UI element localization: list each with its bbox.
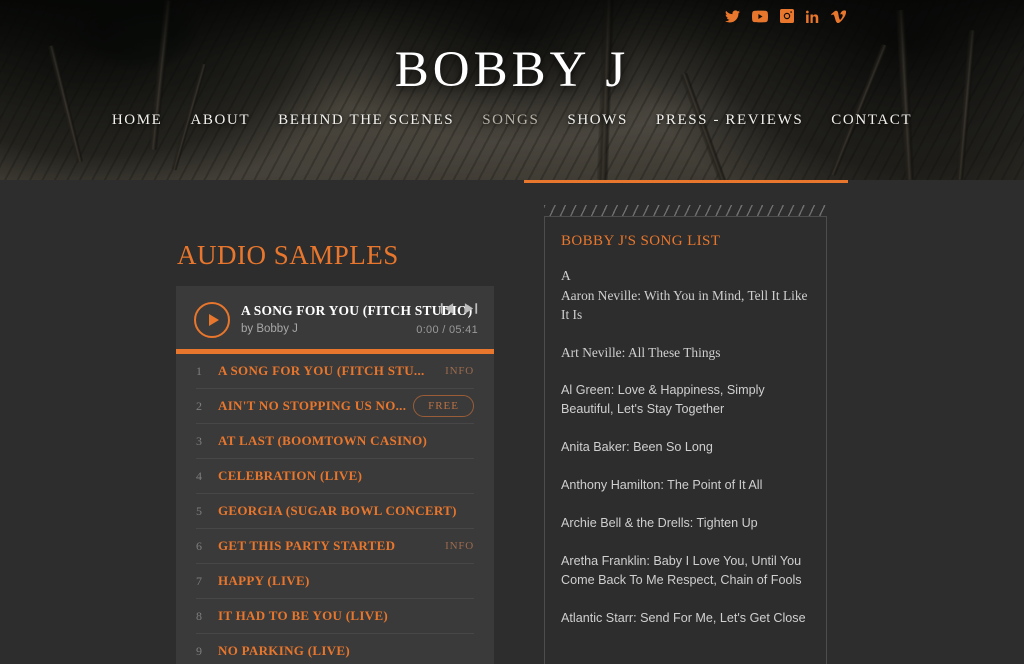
track-info-link[interactable]: INFO	[445, 540, 474, 552]
nav-item-about[interactable]: ABOUT	[176, 112, 264, 129]
track-number: 6	[196, 538, 202, 553]
track-number: 4	[196, 468, 202, 483]
site-title: BOBBY J	[394, 42, 630, 98]
list-item: Al Green: Love & Happiness, Simply Beaut…	[561, 383, 765, 416]
song-list-title: BOBBY J'S SONG LIST	[561, 233, 721, 249]
track-title: GEORGIA (SUGAR BOWL CONCERT)	[218, 503, 457, 518]
track-number: 2	[196, 398, 202, 413]
audio-player-panel: A SONG FOR YOU (FITCH STUDIO) by Bobby J…	[176, 286, 494, 664]
list-item: Aaron Neville: With You in Mind, Tell It…	[561, 288, 808, 322]
playback-time: 0:00 / 05:41	[416, 324, 478, 336]
main-content: AUDIO SAMPLES A SONG FOR YOU (FITCH STUD…	[0, 180, 1024, 664]
track-number: 3	[196, 433, 202, 448]
list-item: Anthony Hamilton: The Point of It All	[561, 478, 763, 492]
table-row[interactable]: 5 GEORGIA (SUGAR BOWL CONCERT)	[196, 493, 474, 528]
vimeo-icon[interactable]	[831, 9, 846, 23]
play-icon[interactable]	[194, 302, 230, 338]
track-title: IT HAD TO BE YOU (LIVE)	[218, 608, 389, 623]
nav-item-shows[interactable]: SHOWS	[553, 112, 642, 129]
nav-item-behind-the-scenes[interactable]: BEHIND THE SCENES	[264, 112, 468, 129]
linkedin-icon[interactable]	[806, 10, 819, 23]
track-list: 1 A SONG FOR YOU (FITCH STU... INFO 2 AI…	[176, 354, 494, 664]
track-title: AIN'T NO STOPPING US NO...	[218, 398, 407, 413]
player-controls	[440, 303, 478, 314]
nav-item-home[interactable]: HOME	[98, 112, 177, 129]
table-row[interactable]: 9 NO PARKING (LIVE)	[196, 633, 474, 664]
table-row[interactable]: 6 GET THIS PARTY STARTED INFO	[196, 528, 474, 563]
nav-item-contact[interactable]: CONTACT	[817, 112, 926, 129]
track-number: 8	[196, 608, 202, 623]
youtube-icon[interactable]	[752, 10, 768, 23]
twitter-icon[interactable]	[725, 9, 740, 23]
table-row[interactable]: 3 AT LAST (BOOMTOWN CASINO)	[196, 423, 474, 458]
track-number: 9	[196, 643, 202, 658]
skip-next-icon[interactable]	[464, 303, 478, 314]
main-navigation: HOME ABOUT BEHIND THE SCENES SONGS SHOWS…	[0, 112, 1024, 129]
nav-item-press-reviews[interactable]: PRESS - REVIEWS	[642, 112, 817, 129]
list-item: Archie Bell & the Drells: Tighten Up	[561, 516, 758, 530]
track-title: GET THIS PARTY STARTED	[218, 538, 396, 553]
track-title: A SONG FOR YOU (FITCH STU...	[218, 363, 425, 378]
track-number: 5	[196, 503, 202, 518]
list-item: Anita Baker: Been So Long	[561, 440, 713, 454]
social-links	[725, 9, 846, 23]
table-row[interactable]: 4 CELEBRATION (LIVE)	[196, 458, 474, 493]
table-row[interactable]: 8 IT HAD TO BE YOU (LIVE)	[196, 598, 474, 633]
track-free-badge[interactable]: FREE	[413, 395, 474, 417]
list-item: Aretha Franklin: Baby I Love You, Until …	[561, 554, 802, 587]
hatch-decoration-icon	[544, 205, 828, 216]
list-item: Art Neville: All These Things	[561, 345, 721, 360]
track-title: AT LAST (BOOMTOWN CASINO)	[218, 433, 428, 448]
track-number: 1	[196, 363, 202, 378]
page-title: AUDIO SAMPLES	[177, 240, 399, 270]
list-item: Atlantic Starr: Send For Me, Let's Get C…	[561, 611, 806, 625]
site-header: BOBBY J HOME ABOUT BEHIND THE SCENES SON…	[0, 0, 1024, 180]
song-list-panel: BOBBY J'S SONG LIST A Aaron Neville: Wit…	[524, 180, 848, 664]
track-title: NO PARKING (LIVE)	[218, 643, 350, 658]
track-title: HAPPY (LIVE)	[218, 573, 310, 588]
track-number: 7	[196, 573, 202, 588]
player-header: A SONG FOR YOU (FITCH STUDIO) by Bobby J…	[176, 286, 494, 362]
instagram-icon[interactable]	[780, 9, 794, 23]
table-row[interactable]: 7 HAPPY (LIVE)	[196, 563, 474, 598]
track-title: CELEBRATION (LIVE)	[218, 468, 363, 483]
list-item: A	[561, 268, 571, 283]
nav-item-songs[interactable]: SONGS	[468, 112, 553, 129]
song-list-box: BOBBY J'S SONG LIST A Aaron Neville: Wit…	[544, 216, 827, 664]
skip-previous-icon[interactable]	[440, 303, 454, 314]
table-row[interactable]: 2 AIN'T NO STOPPING US NO... FREE	[196, 388, 474, 423]
track-info-link[interactable]: INFO	[445, 365, 474, 377]
table-row[interactable]: 1 A SONG FOR YOU (FITCH STU... INFO	[196, 354, 474, 388]
